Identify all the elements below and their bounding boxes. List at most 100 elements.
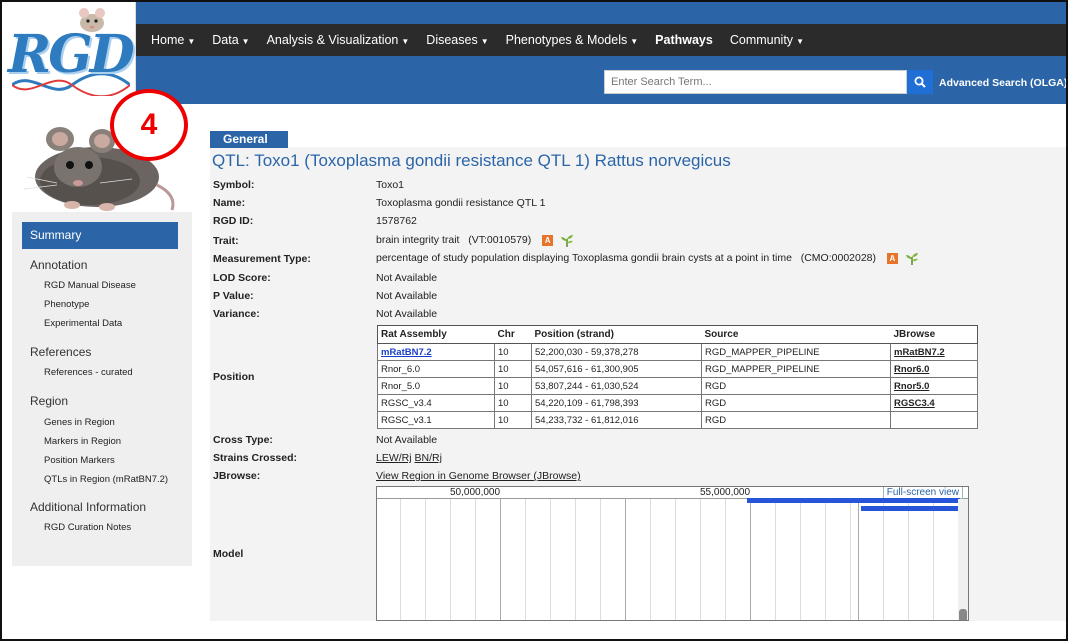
table-row: Rnor_6.0 10 54,057,616 - 61,300,905 RGD_… bbox=[377, 360, 978, 378]
table-cell: RGD_MAPPER_PIPELINE bbox=[701, 360, 891, 378]
nav-analysis[interactable]: Analysis & Visualization ▼ bbox=[267, 33, 410, 47]
sidebar-section-annotation[interactable]: Annotation bbox=[30, 258, 87, 272]
p-value-value: Not Available bbox=[376, 290, 438, 302]
table-cell: 54,233,732 - 61,812,016 bbox=[531, 411, 702, 429]
grid-line bbox=[883, 499, 884, 620]
search-icon bbox=[914, 76, 926, 88]
table-cell: 10 bbox=[494, 343, 532, 361]
sidebar-item-references-curated[interactable]: References - curated bbox=[44, 367, 133, 378]
sidebar: Summary Annotation RGD Manual Disease Ph… bbox=[12, 212, 192, 566]
jbrowse-link[interactable]: mRatBN7.2 bbox=[894, 347, 945, 358]
search-button[interactable] bbox=[907, 70, 933, 94]
measurement-type-value: percentage of study population displayin… bbox=[376, 251, 920, 265]
grid-line bbox=[675, 499, 676, 620]
table-row: RGSC_v3.4 10 54,220,109 - 61,798,393 RGD… bbox=[377, 394, 978, 412]
sidebar-item-experimental-data[interactable]: Experimental Data bbox=[44, 318, 122, 329]
nav-diseases[interactable]: Diseases ▼ bbox=[426, 33, 488, 47]
rgd-logo[interactable]: RGD bbox=[2, 2, 136, 104]
cross-type-value: Not Available bbox=[376, 434, 438, 446]
table-row: Rnor_5.0 10 53,807,244 - 61,030,524 RGD … bbox=[377, 377, 978, 395]
grid-line bbox=[725, 499, 726, 620]
assembly-link[interactable]: mRatBN7.2 bbox=[381, 347, 432, 358]
sidebar-item-rgd-manual-disease[interactable]: RGD Manual Disease bbox=[44, 280, 136, 291]
grid-line bbox=[500, 499, 501, 620]
ontology-tree-icon[interactable] bbox=[559, 233, 575, 247]
scrollbar-thumb[interactable] bbox=[959, 609, 967, 620]
sidebar-item-position-markers[interactable]: Position Markers bbox=[44, 455, 115, 466]
sidebar-item-curation-notes[interactable]: RGD Curation Notes bbox=[44, 522, 131, 533]
qtl-feature-bar[interactable] bbox=[747, 498, 960, 503]
jbrowse-link[interactable]: Rnor5.0 bbox=[894, 381, 929, 392]
variance-label: Variance: bbox=[213, 308, 260, 320]
table-cell: 10 bbox=[494, 360, 532, 378]
nav-pathways[interactable]: Pathways bbox=[655, 33, 713, 47]
grid-line bbox=[850, 499, 851, 620]
lod-score-value: Not Available bbox=[376, 272, 438, 284]
col-header-assembly: Rat Assembly bbox=[377, 325, 495, 344]
table-cell: RGD bbox=[701, 394, 891, 412]
page-title: QTL: Toxo1 (Toxoplasma gondii resistance… bbox=[212, 151, 731, 170]
col-header-jbrowse: JBrowse bbox=[890, 325, 978, 344]
annotation-a-icon[interactable]: A bbox=[886, 252, 898, 264]
step-number-badge: 4 bbox=[110, 89, 188, 161]
jbrowse-label: JBrowse: bbox=[213, 470, 261, 482]
view-region-link[interactable]: View Region in Genome Browser (JBrowse) bbox=[376, 470, 581, 482]
jbrowse-scrollbar[interactable] bbox=[958, 499, 968, 620]
nav-community[interactable]: Community ▼ bbox=[730, 33, 804, 47]
table-row: RGSC_v3.1 10 54,233,732 - 61,812,016 RGD bbox=[377, 411, 978, 429]
advanced-search-link[interactable]: Advanced Search (OLGA) bbox=[939, 77, 1067, 89]
position-table: Rat Assembly Chr Position (strand) Sourc… bbox=[377, 325, 978, 429]
grid-line bbox=[800, 499, 801, 620]
rgd-id-label: RGD ID: bbox=[213, 215, 254, 227]
table-cell bbox=[890, 411, 978, 429]
symbol-value: Toxo1 bbox=[376, 179, 405, 191]
sidebar-item-genes-in-region[interactable]: Genes in Region bbox=[44, 417, 115, 428]
caret-down-icon: ▼ bbox=[630, 37, 639, 46]
jbrowse-viewer[interactable]: 50,000,000 55,000,000 Full-screen view bbox=[376, 486, 969, 621]
p-value-label: P Value: bbox=[213, 290, 254, 302]
sidebar-section-region[interactable]: Region bbox=[30, 394, 68, 408]
jbrowse-link[interactable]: RGSC3.4 bbox=[894, 398, 935, 409]
strain-link[interactable]: LEW/Rj bbox=[376, 452, 412, 464]
table-cell: Rnor_5.0 bbox=[377, 377, 495, 395]
caret-down-icon: ▼ bbox=[187, 37, 196, 46]
sidebar-item-qtls-in-region[interactable]: QTLs in Region (mRatBN7.2) bbox=[44, 474, 168, 485]
table-cell: 10 bbox=[494, 377, 532, 395]
table-cell: 52,200,030 - 59,378,278 bbox=[531, 343, 702, 361]
qtl-feature-bar[interactable] bbox=[861, 506, 960, 511]
measurement-type-label: Measurement Type: bbox=[213, 253, 311, 265]
jbrowse-region-link[interactable]: View Region in Genome Browser (JBrowse) bbox=[376, 470, 581, 482]
sidebar-item-markers-in-region[interactable]: Markers in Region bbox=[44, 436, 121, 447]
general-section-tab: General bbox=[210, 131, 288, 148]
annotation-a-icon[interactable]: A bbox=[542, 234, 554, 246]
caret-down-icon: ▼ bbox=[796, 37, 804, 46]
table-cell: RGD bbox=[701, 411, 891, 429]
grid-line bbox=[933, 499, 934, 620]
model-label: Model bbox=[213, 548, 244, 560]
ontology-tree-icon[interactable] bbox=[904, 251, 920, 265]
search-input[interactable] bbox=[604, 70, 907, 94]
sidebar-item-summary[interactable]: Summary bbox=[22, 222, 178, 249]
cross-type-label: Cross Type: bbox=[213, 434, 273, 446]
nav-home[interactable]: Home ▼ bbox=[151, 33, 195, 47]
table-cell: RGD bbox=[701, 377, 891, 395]
col-header-source: Source bbox=[701, 325, 891, 344]
sidebar-section-additional-info[interactable]: Additional Information bbox=[30, 500, 146, 514]
sidebar-section-references[interactable]: References bbox=[30, 345, 91, 359]
name-label: Name: bbox=[213, 197, 246, 209]
measurement-text: percentage of study population displayin… bbox=[376, 251, 877, 264]
dna-helix-icon bbox=[12, 74, 130, 96]
main-nav: Home ▼ Data ▼ Analysis & Visualization ▼ Di… bbox=[136, 24, 1066, 56]
strain-link[interactable]: BN/Rj bbox=[415, 452, 442, 464]
sidebar-item-phenotype[interactable]: Phenotype bbox=[44, 299, 89, 310]
grid-line bbox=[450, 499, 451, 620]
jbrowse-link[interactable]: Rnor6.0 bbox=[894, 364, 929, 375]
strains-crossed-label: Strains Crossed: bbox=[213, 452, 298, 464]
search-bar: Advanced Search (OLGA) bbox=[136, 56, 1067, 104]
nav-phenotypes[interactable]: Phenotypes & Models ▼ bbox=[506, 33, 639, 47]
grid-line bbox=[700, 499, 701, 620]
trait-text: brain integrity trait (VT:0010579) bbox=[376, 233, 532, 246]
nav-data[interactable]: Data ▼ bbox=[212, 33, 249, 47]
position-label: Position bbox=[213, 371, 255, 383]
grid-line bbox=[575, 499, 576, 620]
